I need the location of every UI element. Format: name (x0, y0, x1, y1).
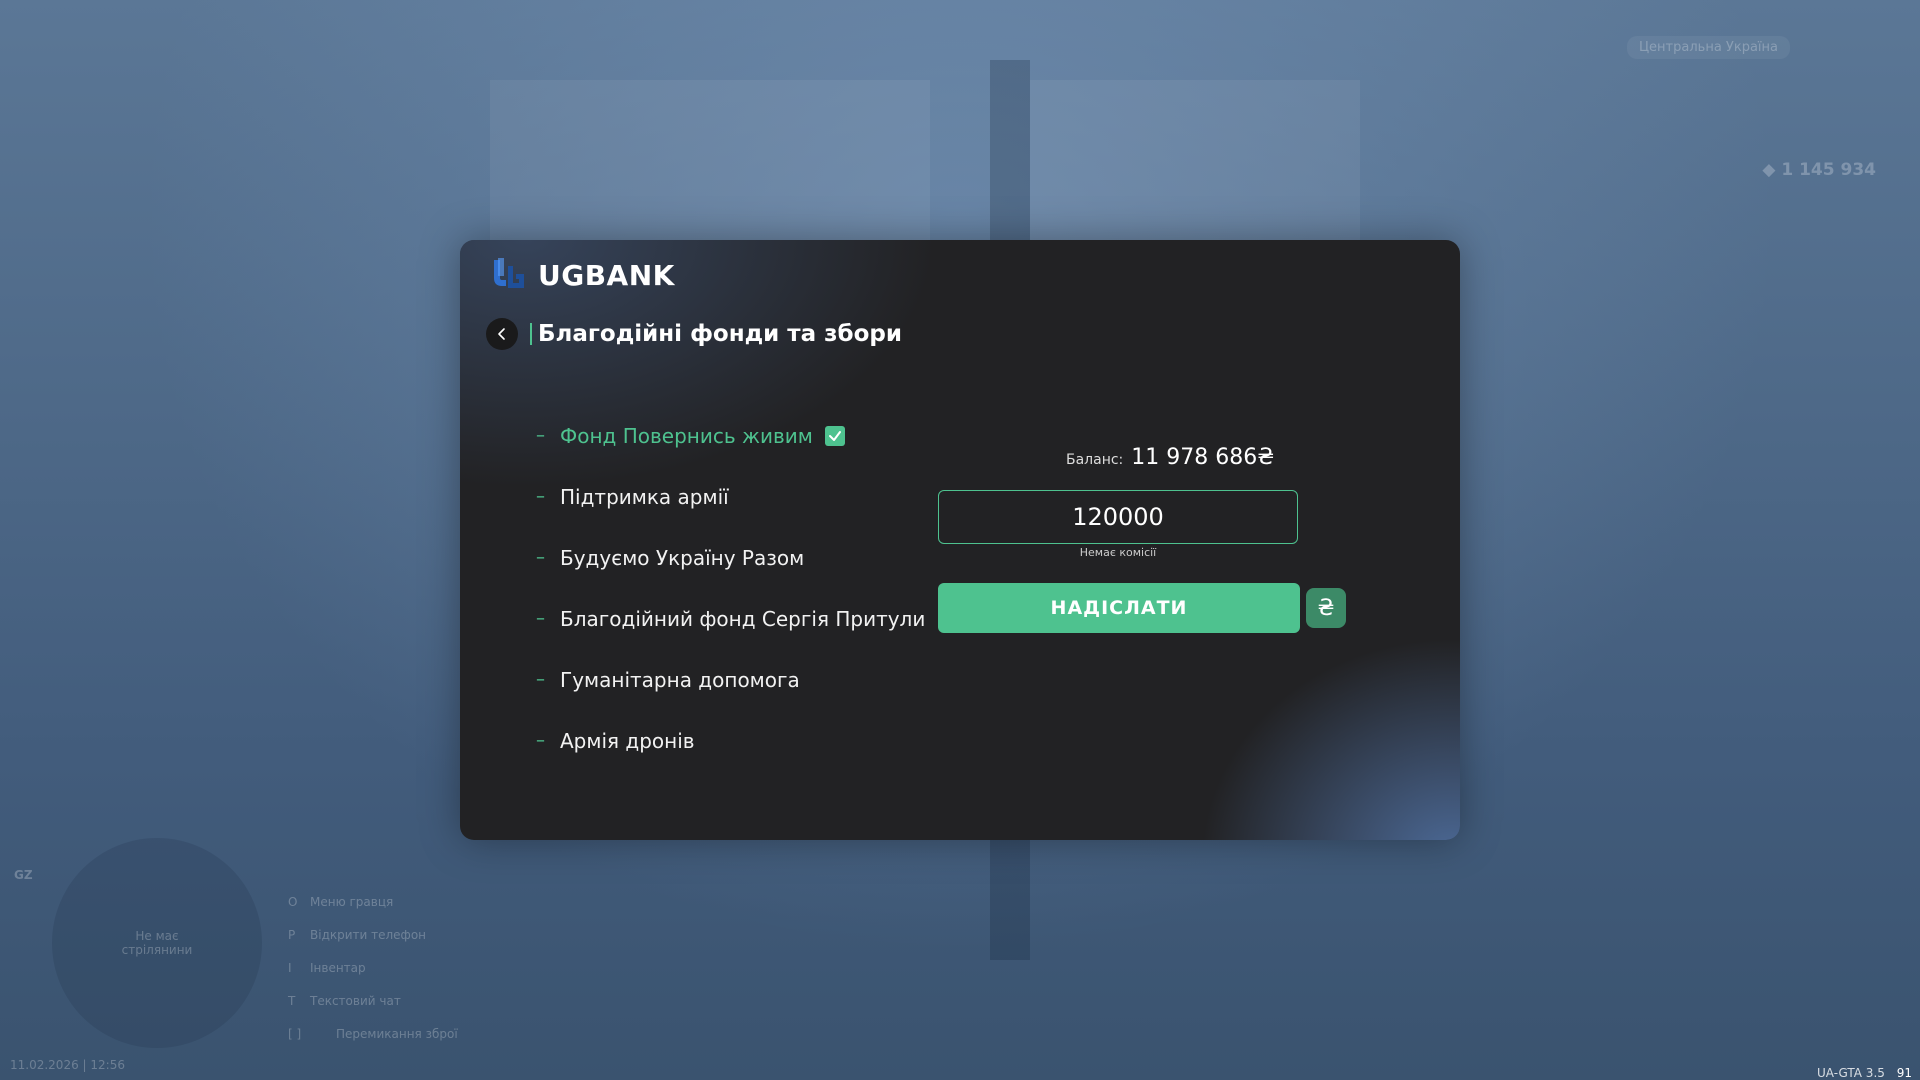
page-header: Благодійні фонди та збори (486, 318, 902, 350)
dash-icon: – (536, 486, 545, 507)
dash-icon: – (536, 425, 545, 446)
region-badge: Центральна Україна (1626, 36, 1790, 59)
bank-panel: UGBANK Благодійні фонди та збори – Фонд … (460, 240, 1460, 840)
fund-item-humanitarian[interactable]: – Гуманітарна допомога (536, 649, 925, 710)
hints-list: O Меню гравця P Відкрити телефон I Інвентар… (288, 886, 458, 1051)
check-icon (828, 430, 841, 441)
region-badge-label: Центральна Україна (1638, 40, 1778, 55)
fund-item-povernys-zhyvym[interactable]: – Фонд Повернись живим (536, 405, 925, 466)
money-value: 1 145 934 (1781, 160, 1876, 180)
hryvnia-icon: ₴ (1317, 595, 1335, 621)
money-display: ◆ 1 145 934 (1762, 160, 1876, 180)
hint-row: O Меню гравця (288, 895, 394, 909)
dash-icon: – (536, 669, 545, 690)
page-title: Благодійні фонди та збори (538, 321, 902, 347)
send-button[interactable]: НАДІСЛАТИ (938, 583, 1300, 633)
hint-row: P Відкрити телефон (288, 928, 427, 942)
bank-logo: UGBANK (490, 256, 675, 294)
hint-row: T Текстовий чат (288, 994, 401, 1008)
logo-text: UGBANK (538, 258, 675, 292)
dash-icon: – (536, 608, 545, 629)
money-icon: ◆ (1762, 160, 1782, 180)
fund-item-drone-army[interactable]: – Армія дронів (536, 710, 925, 771)
datetime: 11.02.2026 | 12:56 (10, 1058, 125, 1072)
dash-icon: – (536, 730, 545, 751)
back-button[interactable] (486, 318, 518, 350)
commission-note: Немає комісії (1079, 546, 1157, 559)
title-accent (530, 323, 532, 345)
minimap-text: Не має стрілянини (121, 929, 193, 957)
fund-list: – Фонд Повернись живим – Підтримка армії… (536, 405, 925, 771)
background-window (490, 80, 930, 260)
fund-item-build-ukraine[interactable]: – Будуємо Україну Разом (536, 527, 925, 588)
dash-icon: – (536, 547, 545, 568)
balance-label: Баланс: (1066, 452, 1124, 468)
background-window (1030, 80, 1360, 260)
fund-item-army-support[interactable]: – Підтримка армії (536, 466, 925, 527)
balance-display: Баланс: 11 978 686₴ (1066, 445, 1274, 470)
hint-row: I Інвентар (288, 961, 366, 975)
fund-label: Будуємо Україну Разом (560, 545, 805, 570)
fund-label: Армія дронів (560, 728, 695, 753)
fps-counter: 91 (1896, 1066, 1912, 1080)
fund-label: Благодійний фонд Сергія Притули (560, 606, 926, 631)
fund-item-prytula[interactable]: – Благодійний фонд Сергія Притули (536, 588, 925, 649)
currency-hryvnia-button[interactable]: ₴ (1306, 588, 1346, 628)
version-label: UA-GTA 3.5 91 (1817, 1066, 1912, 1080)
amount-input[interactable] (938, 490, 1298, 544)
gz-indicator: GZ (14, 868, 33, 882)
fund-label: Фонд Повернись живим (560, 423, 813, 448)
fund-label: Гуманітарна допомога (560, 667, 800, 692)
balance-value: 11 978 686₴ (1131, 445, 1275, 470)
ugbank-logo-icon (494, 258, 524, 288)
chevron-left-icon (498, 328, 505, 340)
checkbox-checked-icon (824, 425, 845, 446)
hint-row: [ ] Перемикання зброї (288, 1027, 458, 1041)
title-bar: Благодійні фонди та збори (530, 321, 902, 347)
fund-label: Підтримка армії (560, 484, 729, 509)
minimap: Не має стрілянини (52, 838, 262, 1048)
